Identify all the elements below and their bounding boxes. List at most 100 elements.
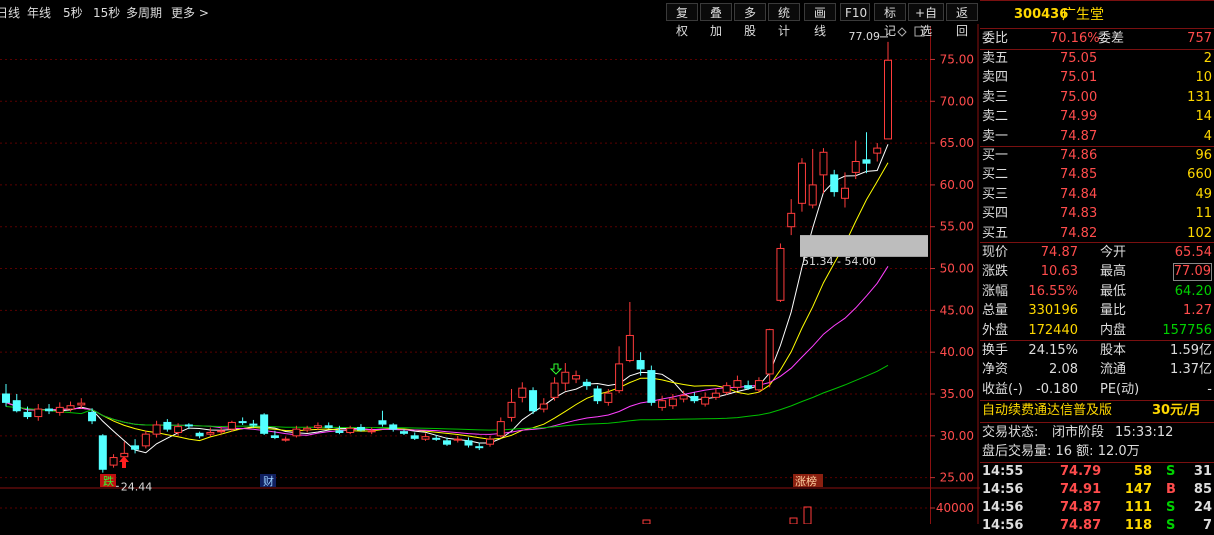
tick-row[interactable]: 14:56 74.87 118 S 7 <box>980 517 1214 535</box>
candle-body <box>389 424 398 430</box>
period-year[interactable]: 年线 <box>27 4 51 21</box>
candle-body <box>260 414 269 434</box>
quote-stat-row: 总量 330196 量比 1.27 <box>980 301 1214 321</box>
candle-body <box>668 398 677 407</box>
candle-body <box>281 438 290 441</box>
price-tick-label: 75.00 <box>940 52 974 66</box>
candle-body <box>238 421 247 424</box>
period-multi[interactable]: 多周期 <box>126 4 162 21</box>
stat-label: 今开 <box>1100 245 1127 260</box>
sell-level-volume: 4 <box>1203 128 1212 144</box>
adjust-button[interactable]: 复权 <box>666 3 698 38</box>
sell-level-volume: 14 <box>1195 109 1212 125</box>
buy-level-volume: 660 <box>1187 167 1212 183</box>
quote-stat2-row: 净资 2.08 流通 1.37亿 <box>980 360 1214 380</box>
candle-body <box>109 457 118 466</box>
add-watchlist-button[interactable]: +自选 <box>908 3 944 38</box>
sell-level-volume: 2 <box>1203 51 1212 66</box>
sell-level-label: 卖四 <box>982 70 1009 86</box>
quote-panel: 300436 广生堂 委比 70.16% 委差 757 卖五 75.05 2 卖四 75… <box>980 0 1214 533</box>
buy-level-label: 买二 <box>982 167 1009 183</box>
stat-label: 外盘 <box>982 322 1009 338</box>
candle-body <box>249 423 258 426</box>
price-range-band <box>800 235 928 257</box>
overlay-button[interactable]: 叠加 <box>700 3 732 38</box>
candle-body <box>12 400 21 412</box>
candle-body <box>152 424 161 435</box>
multi-stock-button[interactable]: 多股 <box>734 3 766 38</box>
kline-chart[interactable]: 25.00 30.00 35.00 40.00 45.00 50.00 55.00 60.00… <box>0 0 980 524</box>
promo-row[interactable]: 自动续费通达信普及版 30元/月 <box>980 401 1214 421</box>
candle-body <box>55 406 64 413</box>
stat-value: 64.20 <box>1174 283 1212 299</box>
candle-body <box>529 390 538 412</box>
chart-toolbar: 日线 年线 5秒 15秒 多周期 更多 > 复权 叠加 多股 统计 画线 F10… <box>0 0 980 38</box>
sell-level-row: 卖一 74.87 4 <box>980 127 1214 147</box>
candle-body <box>830 174 839 193</box>
buy-level-price: 74.84 <box>1060 186 1098 202</box>
back-button[interactable]: 返回 <box>946 3 978 38</box>
low-price-label: 24.44 <box>121 480 152 493</box>
stat-value: 77.09 <box>1172 263 1212 282</box>
f10-button[interactable]: F10 <box>840 3 870 21</box>
stat-label: 现价 <box>982 245 1009 260</box>
period-15s[interactable]: 15秒 <box>93 4 120 21</box>
tick-time: 14:56 <box>982 500 1024 515</box>
stat-value: 1.59亿 <box>1170 343 1212 358</box>
buy-level-row: 买一 74.86 96 <box>980 146 1214 166</box>
candle-body <box>754 380 763 391</box>
stat-value: 16.55% <box>1028 283 1078 299</box>
promo-price[interactable]: 30元/月 <box>1152 401 1201 421</box>
after-hours-volume: 盘后交易量: 16 额: 12.0万 <box>982 444 1140 459</box>
stats-button[interactable]: 统计 <box>768 3 800 38</box>
tick-price: 74.91 <box>1060 482 1102 497</box>
tick-count: 24 <box>1193 500 1212 515</box>
stock-code: 300436 <box>1014 7 1069 22</box>
period-5s[interactable]: 5秒 <box>63 4 83 21</box>
tick-volume: 111 <box>1124 500 1152 515</box>
candle-body <box>647 370 656 403</box>
buy-level-volume: 96 <box>1195 148 1212 163</box>
promo-text[interactable]: 自动续费通达信普及版 <box>982 401 1112 421</box>
buy-level-price: 74.82 <box>1060 225 1098 241</box>
candle-body <box>884 59 892 140</box>
candle-body <box>2 393 10 403</box>
tick-volume: 58 <box>1133 464 1152 479</box>
candle-body <box>324 425 333 428</box>
sell-level-label: 卖一 <box>982 128 1009 144</box>
stat-label: 涨幅 <box>982 283 1009 299</box>
tick-count: 31 <box>1193 464 1212 479</box>
candle-body <box>690 396 699 402</box>
stat-value: -0.180 <box>1036 381 1078 397</box>
candle-body <box>819 151 828 176</box>
period-day[interactable]: 日线 <box>0 4 20 21</box>
weibi-row: 委比 70.16% 委差 757 <box>980 29 1214 49</box>
tick-row[interactable]: 14:56 74.91 147 B 85 <box>980 481 1214 499</box>
trade-state-label: 交易状态: <box>982 425 1039 440</box>
candle-body <box>335 430 344 433</box>
candle-body <box>475 446 484 449</box>
draw-line-button[interactable]: 画线 <box>804 3 836 38</box>
price-tick-label: 40.00 <box>940 345 974 359</box>
candle-body <box>615 363 624 392</box>
mark-button[interactable]: 标记 <box>874 3 906 38</box>
tick-side: S <box>1166 464 1176 479</box>
stat-label: 最高 <box>1100 264 1127 280</box>
candle-body <box>206 431 215 435</box>
tick-row[interactable]: 14:55 74.79 58 S 31 <box>980 463 1214 481</box>
sell-level-volume: 10 <box>1195 70 1212 86</box>
stat-label: 总量 <box>982 303 1009 319</box>
tick-time: 14:56 <box>982 518 1024 533</box>
period-more[interactable]: 更多 > <box>171 4 209 21</box>
tick-row[interactable]: 14:56 74.87 111 S 24 <box>980 499 1214 517</box>
price-tick-label: 45.00 <box>940 303 974 317</box>
candle-body <box>88 411 97 422</box>
sell-level-price: 75.05 <box>1060 51 1098 66</box>
candle-body <box>378 420 387 425</box>
candle-body <box>163 421 172 430</box>
sell-level-label: 卖二 <box>982 109 1009 125</box>
candle-body <box>303 427 312 431</box>
stat-label: 流通 <box>1100 362 1127 378</box>
candle-body <box>701 396 710 405</box>
sell-level-price: 75.00 <box>1060 89 1098 105</box>
